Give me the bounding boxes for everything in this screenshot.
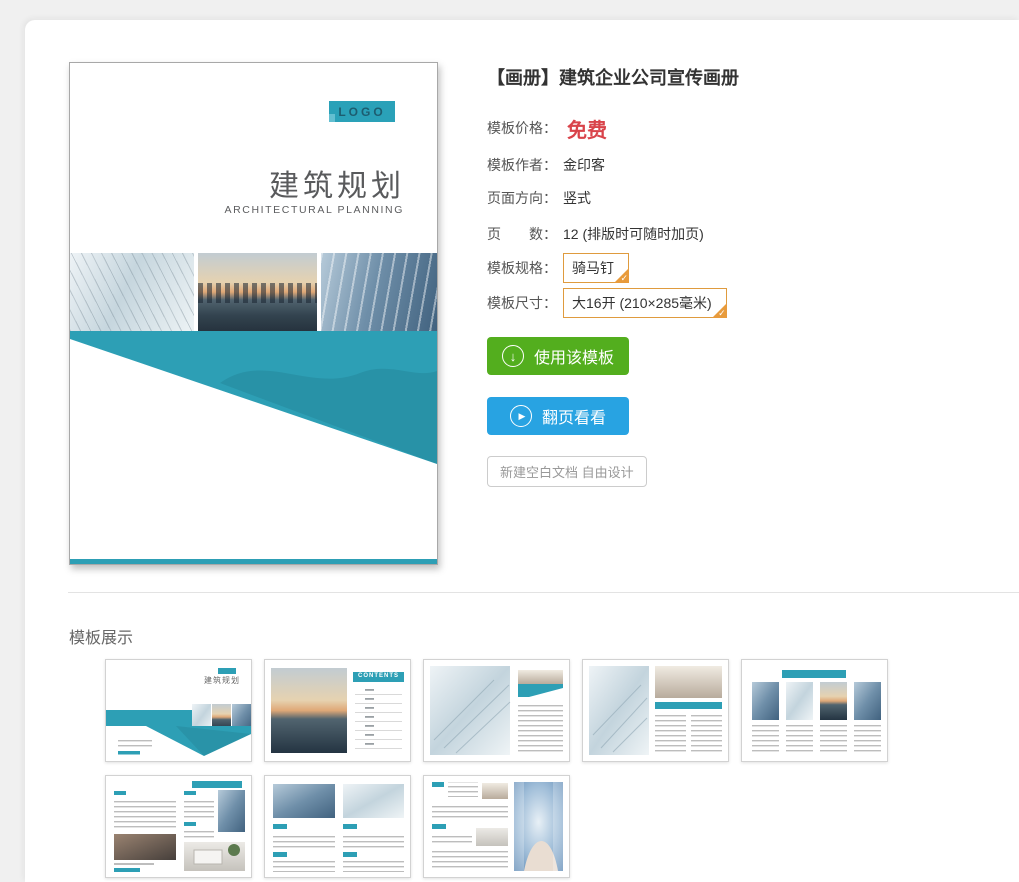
thumbnail-contents-label: CONTENTS xyxy=(358,673,399,679)
spec-dropdown[interactable]: 骑马钉 ✓ xyxy=(563,252,629,283)
cover-title: 建筑规划 xyxy=(269,170,405,203)
template-thumbnail-1[interactable]: 建筑规划 xyxy=(105,659,252,762)
flip-preview-button[interactable]: ▶ 翻页看看 xyxy=(487,397,629,435)
orientation-row: 页面方向： 竖式 xyxy=(487,187,591,209)
section-divider xyxy=(68,592,1019,593)
size-label: 模板尺寸： xyxy=(487,294,557,311)
cover-logo-text: LOGO xyxy=(338,104,386,119)
template-thumbnail-7[interactable] xyxy=(264,775,411,878)
template-thumbnail-2[interactable]: CONTENTS xyxy=(264,659,411,762)
content-card: LOGO 建筑规划 ARCHITECTURAL PLANNING 【画册】建筑企… xyxy=(25,20,1019,882)
template-thumbnail-4[interactable] xyxy=(582,659,729,762)
play-icon: ▶ xyxy=(509,405,532,427)
author-row: 模板作者： 金印客 xyxy=(487,154,605,176)
cover-photo-glass-roof xyxy=(70,253,194,331)
thumbnail-artwork xyxy=(430,666,563,755)
check-icon: ✓ xyxy=(620,272,628,283)
template-thumbnail-5[interactable] xyxy=(741,659,888,762)
thumbnail-artwork xyxy=(273,784,404,872)
template-cover-preview[interactable]: LOGO 建筑规划 ARCHITECTURAL PLANNING xyxy=(69,62,438,565)
size-row: 模板尺寸： 大16开 (210×285毫米) ✓ xyxy=(487,287,727,318)
download-icon: ↓ xyxy=(501,345,524,367)
cover-teal-wedge-graphic xyxy=(70,331,437,464)
check-icon: ✓ xyxy=(718,307,726,318)
use-template-label: 使用该模板 xyxy=(533,350,614,367)
spec-value: 骑马钉 xyxy=(572,259,614,276)
thumbnail-artwork xyxy=(114,781,245,872)
price-label: 模板价格： xyxy=(487,120,557,136)
spec-label: 模板规格： xyxy=(487,259,557,276)
cover-photo-skyscrapers xyxy=(321,253,437,331)
new-blank-document-button[interactable]: 新建空白文档 自由设计 xyxy=(487,456,647,487)
orientation-value: 竖式 xyxy=(563,190,591,206)
size-value: 大16开 (210×285毫米) xyxy=(572,294,712,311)
pages-label: 页 数： xyxy=(487,226,557,242)
thumbnail-artwork xyxy=(432,782,563,871)
author-value: 金印客 xyxy=(563,157,605,173)
cover-logo-badge: LOGO xyxy=(329,101,395,122)
orientation-label: 页面方向： xyxy=(487,190,557,206)
template-thumbnail-6[interactable] xyxy=(105,775,252,878)
showcase-heading: 模板展示 xyxy=(69,630,134,647)
use-template-button[interactable]: ↓ 使用该模板 xyxy=(487,337,629,375)
logo-badge-notch xyxy=(329,114,335,122)
template-thumbnail-8[interactable] xyxy=(423,775,570,878)
price-value: 免费 xyxy=(567,119,607,142)
cover-footer-strip xyxy=(70,559,437,564)
thumbnail-cover-title: 建筑规划 xyxy=(204,676,240,685)
template-thumbnail-3[interactable] xyxy=(423,659,570,762)
flip-preview-label: 翻页看看 xyxy=(541,410,606,427)
price-row: 模板价格： 免费 xyxy=(487,117,607,142)
cover-subtitle: ARCHITECTURAL PLANNING xyxy=(224,204,404,216)
page-title: 【画册】建筑企业公司宣传画册 xyxy=(487,68,739,88)
pages-row: 页 数： 12 (排版时可随时加页) xyxy=(487,223,704,245)
size-dropdown[interactable]: 大16开 (210×285毫米) ✓ xyxy=(563,287,727,318)
author-label: 模板作者： xyxy=(487,157,557,173)
thumbnail-artwork xyxy=(752,670,881,755)
spec-row: 模板规格： 骑马钉 ✓ xyxy=(487,252,629,283)
thumbnail-artwork xyxy=(589,666,722,755)
pages-value: 12 (排版时可随时加页) xyxy=(563,226,704,242)
cover-photo-city-skyline xyxy=(198,253,317,331)
